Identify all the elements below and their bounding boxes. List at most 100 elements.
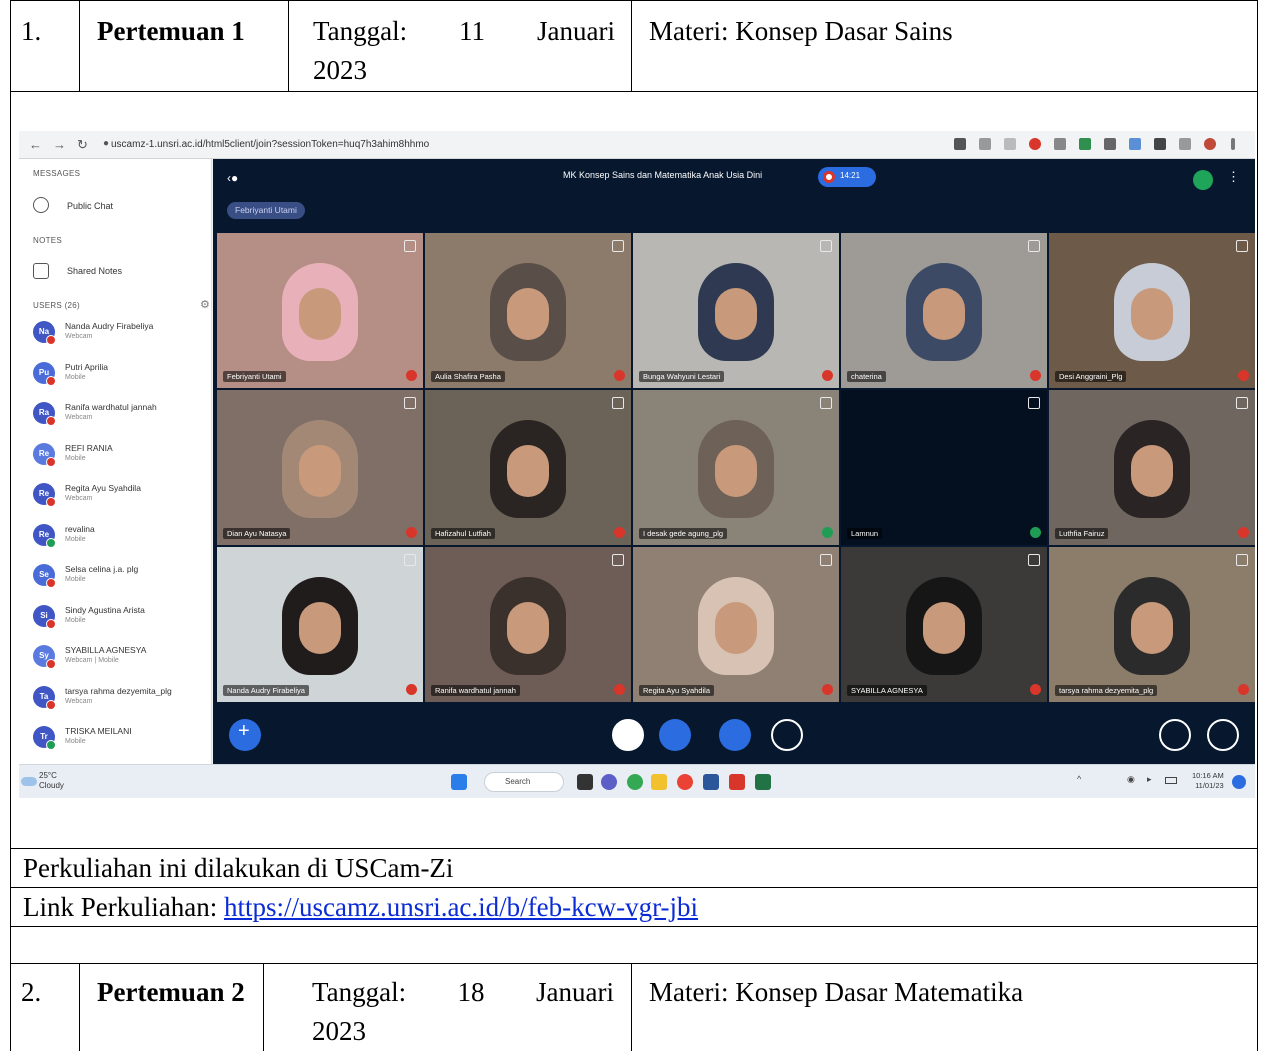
video-tile[interactable]: Hafizahul Lutfiah — [425, 390, 631, 545]
wifi-icon[interactable]: ◉ — [1127, 774, 1135, 785]
plus-icon: + — [238, 720, 250, 742]
task-view-icon[interactable] — [577, 774, 593, 790]
star-icon[interactable] — [1004, 138, 1016, 150]
puzzle-icon[interactable] — [1154, 138, 1166, 150]
video-tile[interactable]: Lamnun — [841, 390, 1047, 545]
participant-name: Hafizahul Lutfiah — [431, 528, 495, 539]
mute-button[interactable] — [612, 719, 644, 751]
video-tile[interactable]: Aulia Shafira Pasha — [425, 233, 631, 388]
user-list-toggle-icon[interactable]: ‹● — [227, 171, 238, 185]
user-list-item[interactable]: Pu Putri Aprilia Mobile — [33, 360, 213, 390]
presentation-button[interactable] — [1159, 719, 1191, 751]
more-options-icon[interactable]: ⋮ — [1227, 169, 1240, 185]
fullscreen-icon[interactable] — [1028, 397, 1040, 409]
share-icon[interactable] — [979, 138, 991, 150]
fullscreen-icon[interactable] — [404, 240, 416, 252]
user-list-item[interactable]: Ra Ranifa wardhatul jannah Webcam — [33, 400, 213, 430]
tray-chevron-icon[interactable]: ^ — [1077, 774, 1081, 784]
translate-icon[interactable] — [1079, 138, 1091, 150]
fullscreen-icon[interactable] — [1028, 240, 1040, 252]
fullscreen-icon[interactable] — [612, 397, 624, 409]
video-tile[interactable]: Nanda Audry Firabeliya — [217, 547, 423, 702]
video-tile[interactable]: SYABILLA AGNESYA — [841, 547, 1047, 702]
fullscreen-icon[interactable] — [1028, 554, 1040, 566]
recording-indicator[interactable]: 14:21 — [818, 167, 876, 187]
fullscreen-icon[interactable] — [1236, 240, 1248, 252]
chat-app-icon[interactable] — [601, 774, 617, 790]
video-tile[interactable]: Dian Ayu Natasya — [217, 390, 423, 545]
volume-icon[interactable]: ▸ — [1147, 774, 1152, 785]
row2-meeting-cell: Pertemuan 2 — [79, 963, 264, 1051]
fullscreen-icon[interactable] — [820, 397, 832, 409]
video-tile[interactable]: I desak gede agung_plg — [633, 390, 839, 545]
excel-icon[interactable] — [755, 774, 771, 790]
reload-icon[interactable]: ↻ — [77, 137, 88, 153]
chrome-icon[interactable] — [627, 774, 643, 790]
user-list-item[interactable]: Re Regita Ayu Syahdila Webcam — [33, 481, 213, 511]
shared-notes-link[interactable]: Shared Notes — [67, 266, 122, 276]
pdf-icon[interactable] — [729, 774, 745, 790]
user-status-icon — [46, 335, 56, 345]
profile-icon[interactable] — [1204, 138, 1216, 150]
user-list-item[interactable]: Si Sindy Agustina Arista Mobile — [33, 603, 213, 633]
video-tile[interactable]: Regita Ayu Syahdila — [633, 547, 839, 702]
screen-icon[interactable] — [1104, 138, 1116, 150]
video-tile[interactable]: chaterina — [841, 233, 1047, 388]
taskbar-search[interactable]: Search — [484, 772, 564, 792]
file-explorer-icon[interactable] — [651, 774, 667, 790]
word-icon[interactable] — [703, 774, 719, 790]
webcam-button[interactable] — [719, 719, 751, 751]
taskbar-clock[interactable]: 10:16 AM 11/01/23 — [1192, 771, 1224, 791]
settings-gear-icon[interactable]: ⚙ — [200, 298, 210, 311]
connection-status-icon[interactable] — [1193, 170, 1213, 190]
extension-icon[interactable] — [954, 138, 966, 150]
user-list-item[interactable]: Se Selsa celina j.a. plg Mobile — [33, 562, 213, 592]
user-status: Webcam — [65, 414, 93, 421]
screenshare-button[interactable] — [771, 719, 803, 751]
fullscreen-icon[interactable] — [1236, 397, 1248, 409]
notification-icon[interactable] — [1232, 775, 1246, 789]
audio-button[interactable] — [659, 719, 691, 751]
user-list-item[interactable]: Ta tarsya rahma dezyemita_plg Webcam — [33, 684, 213, 714]
reader-icon[interactable] — [1054, 138, 1066, 150]
windows-taskbar: 25°C Cloudy Search ^ ◉ ▸ 10:16 AM 11/01/… — [19, 764, 1255, 798]
video-tile[interactable]: Luthfia Fairuz — [1049, 390, 1255, 545]
participant-name: Desi Anggraini_Plg — [1055, 371, 1127, 382]
fullscreen-icon[interactable] — [612, 554, 624, 566]
menu-dots-icon[interactable] — [1231, 138, 1235, 150]
weather-widget[interactable]: 25°C Cloudy — [39, 771, 64, 791]
public-chat-link[interactable]: Public Chat — [67, 201, 113, 211]
battery-icon[interactable] — [1165, 777, 1177, 784]
fullscreen-icon[interactable] — [404, 397, 416, 409]
fullscreen-icon[interactable] — [820, 240, 832, 252]
opera-icon[interactable] — [1029, 138, 1041, 150]
user-name: REFI RANIA — [65, 442, 113, 453]
chrome-active-icon[interactable] — [677, 774, 693, 790]
fullscreen-icon[interactable] — [404, 554, 416, 566]
user-list-item[interactable]: Na Nanda Audry Firabeliya Webcam — [33, 319, 213, 349]
fullscreen-icon[interactable] — [1236, 554, 1248, 566]
windows-start-icon[interactable] — [451, 774, 467, 790]
download-icon[interactable] — [1129, 138, 1141, 150]
user-list-item[interactable]: Sy SYABILLA AGNESYA Webcam | Mobile — [33, 643, 213, 673]
video-tile[interactable]: Desi Anggraini_Plg — [1049, 233, 1255, 388]
fullscreen-icon[interactable] — [612, 240, 624, 252]
participant-face — [1131, 445, 1173, 497]
video-tile[interactable]: Febriyanti Utami — [217, 233, 423, 388]
raise-hand-button[interactable] — [1207, 719, 1239, 751]
video-tile[interactable]: Bunga Wahyuni Lestari — [633, 233, 839, 388]
video-tile[interactable]: tarsya rahma dezyemita_plg — [1049, 547, 1255, 702]
fullscreen-icon[interactable] — [820, 554, 832, 566]
user-list-item[interactable]: Tr TRISKA MEILANI Mobile — [33, 724, 213, 754]
user-list-item[interactable]: Re REFI RANIA Mobile — [33, 441, 213, 471]
url-bar[interactable]: uscamz-1.unsri.ac.id/html5client/join?se… — [111, 135, 941, 155]
back-arrow-icon[interactable]: ← — [29, 137, 42, 152]
user-list-item[interactable]: Re revalina Mobile — [33, 522, 213, 552]
user-status: Webcam — [65, 333, 93, 340]
lecture-link[interactable]: https://uscamz.unsri.ac.id/b/feb-kcw-vgr… — [224, 892, 698, 922]
forward-arrow-icon[interactable]: → — [53, 137, 66, 152]
user-name: Nanda Audry Firabeliya — [65, 321, 154, 331]
video-tile[interactable]: Ranifa wardhatul jannah — [425, 547, 631, 702]
participant-face — [507, 602, 549, 654]
window-icon[interactable] — [1179, 138, 1191, 150]
